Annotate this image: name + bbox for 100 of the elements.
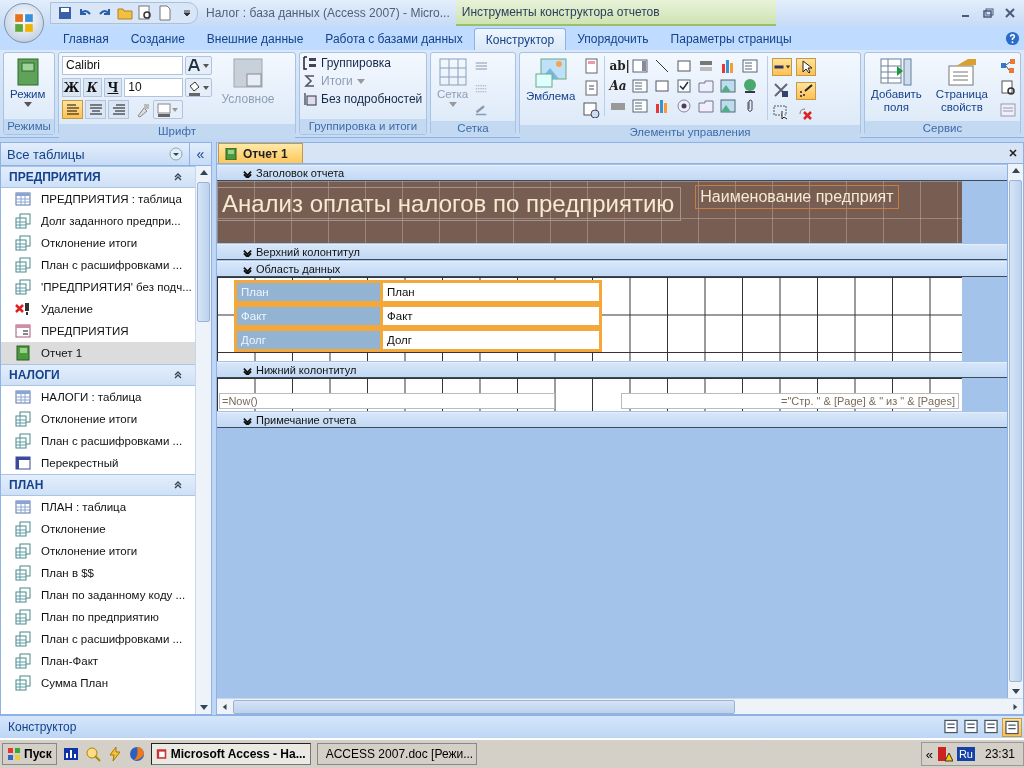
scroll-left-icon[interactable]	[221, 703, 229, 710]
date-time-icon[interactable]	[582, 102, 601, 118]
align-button[interactable]	[108, 100, 129, 119]
navigation-item[interactable]: План по предприятию	[1, 606, 195, 628]
navigation-item[interactable]: План с расшифровками ...	[1, 254, 195, 276]
name-field[interactable]: Наименование предприят	[695, 185, 899, 209]
pointer-icon[interactable]	[796, 58, 817, 76]
page-number-icon[interactable]	[582, 58, 601, 74]
navigation-group-header[interactable]: ПРЕДПРИЯТИЯ	[1, 166, 195, 188]
control-tool-icon[interactable]	[675, 78, 694, 94]
logo-button[interactable]: Эмблема	[523, 56, 579, 104]
section-band[interactable]: Заголовок отчета	[217, 165, 1007, 181]
align-button[interactable]	[62, 100, 83, 119]
collapse-button[interactable]: «	[189, 143, 211, 165]
restore-icon[interactable]	[982, 7, 994, 19]
grouping-button[interactable]: Без подробностей	[303, 92, 423, 106]
chart-icon[interactable]	[62, 746, 79, 762]
navigation-item[interactable]: Отклонение итоги	[1, 408, 195, 430]
service-button[interactable]: Страница свойств	[928, 56, 995, 116]
navigation-item[interactable]: Отчет 1	[1, 342, 195, 364]
line-width-icon[interactable]	[772, 58, 793, 76]
document-tab[interactable]: Отчет 1	[218, 143, 303, 163]
scroll-down-icon[interactable]	[1011, 688, 1020, 694]
navigation-pane-header[interactable]: Все таблицы	[1, 146, 169, 162]
report-title[interactable]: Анализ оплаты налогов по предприятию	[217, 187, 682, 221]
browser-icon[interactable]	[128, 746, 145, 762]
view-icon[interactable]	[942, 717, 960, 735]
text-box-tool[interactable]: ab|	[609, 59, 632, 73]
navigation-group-header[interactable]: ПЛАН	[1, 474, 195, 496]
language-indicator[interactable]: Ru	[956, 747, 975, 761]
navigation-item[interactable]: Долг заданного предпри...	[1, 210, 195, 232]
print-preview-icon[interactable]	[137, 5, 153, 21]
navigation-item[interactable]: Отклонение итоги	[1, 540, 195, 562]
scroll-thumb[interactable]	[1009, 180, 1022, 682]
scroll-up-icon[interactable]	[1011, 168, 1020, 174]
ribbon-tab[interactable]: Параметры страницы	[659, 28, 803, 50]
navigation-item[interactable]: 'ПРЕДПРИЯТИЯ' без подч...	[1, 276, 195, 298]
code-icon[interactable]	[999, 80, 1017, 96]
section-band[interactable]: Примечание отчета	[217, 412, 1007, 428]
font-name-field[interactable]: Calibri	[62, 56, 184, 75]
customize-caret-icon[interactable]	[183, 9, 191, 17]
navigation-item[interactable]: План в $$	[1, 562, 195, 584]
grouping-button[interactable]: Группировка	[303, 56, 391, 70]
ribbon-tab[interactable]: Внешние данные	[195, 28, 315, 50]
scroll-thumb[interactable]	[197, 182, 210, 322]
search-icon[interactable]	[84, 746, 101, 762]
navigation-item[interactable]: Отклонение	[1, 518, 195, 540]
tools-icon[interactable]	[772, 82, 791, 98]
section-band[interactable]: Верхний колонтитул	[217, 244, 1007, 260]
navigation-item[interactable]: План по заданному коду ...	[1, 584, 195, 606]
font-color-button[interactable]	[185, 56, 212, 75]
ribbon-tab[interactable]: Работа с базами данных	[314, 28, 474, 50]
navigation-item[interactable]: План с расшифровками ...	[1, 628, 195, 650]
tray-expand-button[interactable]: «	[925, 746, 933, 762]
delete-icon[interactable]	[796, 106, 815, 122]
navigation-item[interactable]: НАЛОГИ : таблица	[1, 386, 195, 408]
section-band[interactable]: Нижний колонтитул	[217, 362, 1007, 378]
underline-button[interactable]: Ч	[103, 78, 123, 97]
help-icon[interactable]	[1005, 31, 1020, 46]
view-icon[interactable]	[982, 717, 1000, 735]
navigation-group-header[interactable]: НАЛОГИ	[1, 364, 195, 386]
conditional-format-icon[interactable]	[233, 58, 263, 88]
control-tool-icon[interactable]	[675, 98, 694, 114]
navigation-item[interactable]: План-Факт	[1, 650, 195, 672]
format-painter-icon[interactable]	[135, 101, 151, 118]
dropdown-icon[interactable]	[169, 147, 183, 161]
taskbar-button[interactable]: Microsoft Access - На...	[150, 743, 311, 765]
bold-button[interactable]: Ж	[62, 78, 81, 97]
page-number-field[interactable]: ="Стр. " & [Page] & " из " & [Pages]	[621, 393, 959, 409]
ribbon-tab[interactable]: Упорядочить	[566, 28, 660, 50]
navigation-item[interactable]: План с расшифровками ...	[1, 430, 195, 452]
scroll-up-icon[interactable]	[199, 170, 208, 176]
ribbon-tab[interactable]: Конструктор	[473, 28, 567, 50]
field-text-box[interactable]: Факт	[383, 307, 599, 325]
service-button[interactable]: Добавить поля	[868, 56, 925, 116]
navigation-item[interactable]: Сумма План	[1, 672, 195, 694]
scrollbar[interactable]	[1007, 164, 1023, 698]
page-icon[interactable]	[582, 80, 601, 96]
close-icon[interactable]	[1004, 7, 1016, 19]
save-icon[interactable]	[57, 5, 73, 21]
navigation-item[interactable]: Отклонение итоги	[1, 232, 195, 254]
align-button[interactable]	[85, 100, 106, 119]
scroll-right-icon[interactable]	[1011, 703, 1019, 710]
italic-button[interactable]: К	[82, 78, 102, 97]
lightning-icon[interactable]	[106, 746, 123, 762]
section-band[interactable]: Область данных	[217, 261, 1007, 277]
warning-icon[interactable]	[936, 746, 953, 762]
gridlines-button[interactable]	[153, 100, 183, 119]
close-icon[interactable]	[1008, 148, 1018, 158]
scroll-thumb[interactable]	[233, 699, 735, 714]
ribbon-tab[interactable]: Главная	[52, 28, 120, 50]
start-button[interactable]: Пуск	[2, 743, 57, 765]
relationships-icon[interactable]	[999, 58, 1017, 74]
horizontal-scrollbar[interactable]	[217, 698, 1023, 714]
date-field[interactable]: =Now()	[219, 393, 555, 409]
mode-button[interactable]: Режим	[7, 56, 49, 109]
font-size-field[interactable]: 10	[124, 78, 184, 97]
navigation-item[interactable]: ПРЕДПРИЯТИЯ	[1, 320, 195, 342]
view-icon[interactable]	[962, 717, 980, 735]
fill-color-button[interactable]	[185, 78, 212, 97]
